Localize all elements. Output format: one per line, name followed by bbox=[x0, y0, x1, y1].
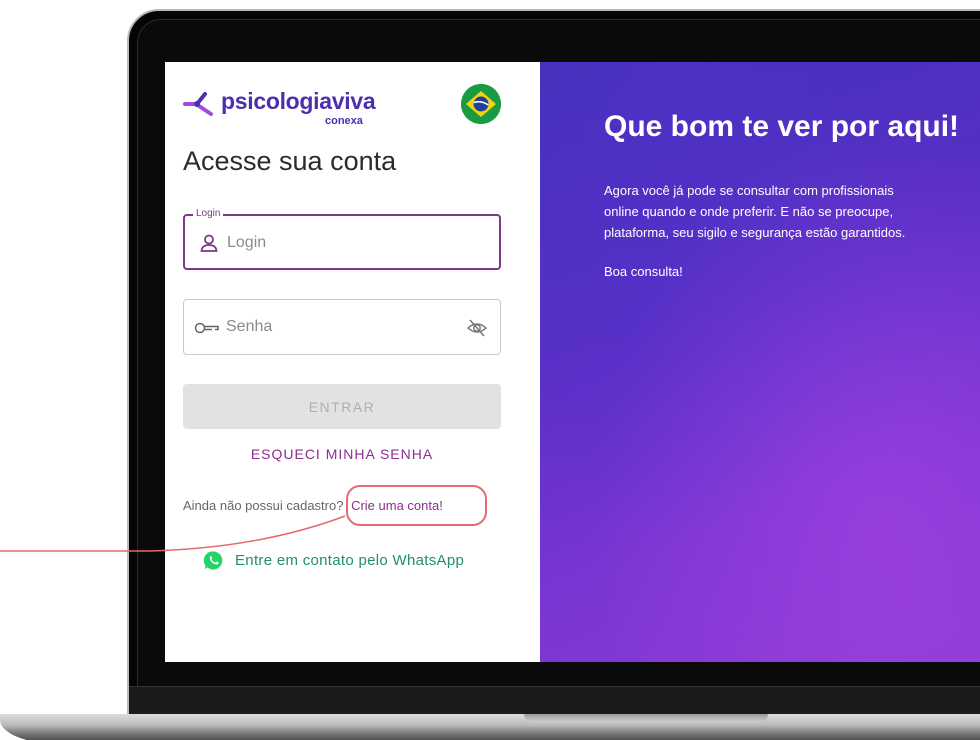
hero-line: plataforma, seu sigilo e segurança estão… bbox=[604, 225, 906, 240]
forgot-password-link[interactable]: ESQUECI MINHA SENHA bbox=[183, 446, 501, 462]
laptop-base bbox=[0, 714, 980, 740]
password-input[interactable] bbox=[226, 313, 466, 341]
password-field[interactable] bbox=[183, 299, 501, 355]
user-icon bbox=[200, 234, 218, 252]
hero-description: Agora você já pode se consultar com prof… bbox=[604, 180, 980, 243]
flag-graphic bbox=[461, 84, 501, 124]
brand-subtitle: conexa bbox=[325, 115, 363, 127]
brazil-flag-icon[interactable] bbox=[461, 84, 501, 124]
submit-button[interactable]: ENTRAR bbox=[183, 384, 501, 429]
hero-line: online quando e onde preferir. E não se … bbox=[604, 204, 894, 219]
page-title: Acesse sua conta bbox=[183, 146, 397, 176]
laptop-screen: psicologiaviva conexa Acesse sua conta L… bbox=[165, 62, 980, 662]
hero-title: Que bom te ver por aqui! bbox=[604, 110, 960, 143]
psicologiaviva-logo-icon bbox=[183, 92, 213, 116]
login-panel: psicologiaviva conexa Acesse sua conta L… bbox=[165, 62, 540, 662]
login-field[interactable]: Login bbox=[183, 208, 501, 270]
key-icon bbox=[194, 322, 219, 334]
laptop-bezel-bottom bbox=[129, 686, 980, 716]
laptop-mockup: psicologiaviva conexa Acesse sua conta L… bbox=[0, 0, 980, 740]
hero-signoff: Boa consulta! bbox=[604, 264, 683, 279]
login-input[interactable] bbox=[227, 229, 467, 257]
signup-prompt: Ainda não possui cadastro? bbox=[183, 498, 344, 513]
eye-off-icon[interactable] bbox=[466, 317, 488, 339]
laptop-base-notch bbox=[524, 714, 768, 722]
brand-logo[interactable]: psicologiaviva conexa bbox=[183, 86, 423, 130]
highlight-ring bbox=[346, 485, 487, 526]
whatsapp-icon bbox=[203, 551, 223, 570]
brand-name: psicologiaviva bbox=[221, 88, 376, 114]
whatsapp-label: Entre em contato pelo WhatsApp bbox=[235, 552, 465, 569]
welcome-hero: Que bom te ver por aqui! Agora você já p… bbox=[540, 62, 980, 662]
login-field-legend: Login bbox=[193, 208, 224, 219]
whatsapp-contact-link[interactable]: Entre em contato pelo WhatsApp bbox=[203, 550, 503, 572]
hero-line: Agora você já pode se consultar com prof… bbox=[604, 183, 894, 198]
